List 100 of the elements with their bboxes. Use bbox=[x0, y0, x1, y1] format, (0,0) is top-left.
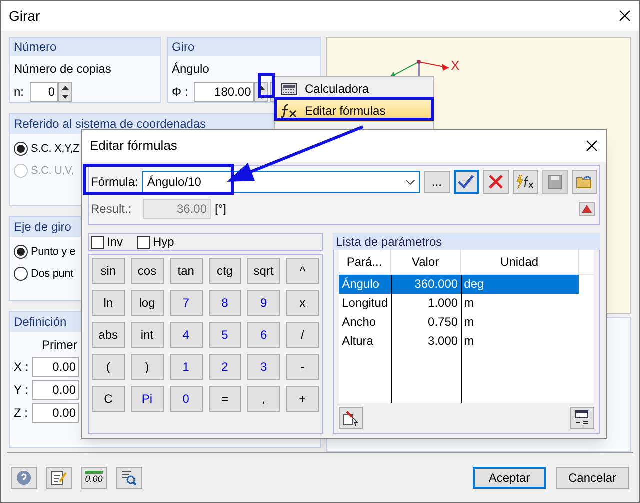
calculator-key[interactable]: / bbox=[286, 322, 320, 348]
cancel-button[interactable] bbox=[483, 170, 509, 194]
edit-button[interactable] bbox=[46, 466, 72, 488]
calculator-key[interactable]: 1 bbox=[170, 354, 203, 380]
calculator-key[interactable]: = bbox=[208, 386, 242, 412]
table-cell-text: 3.000 bbox=[427, 333, 460, 350]
field-label: X : bbox=[14, 359, 28, 376]
cross-icon bbox=[488, 175, 503, 189]
up-arrow-icon bbox=[62, 86, 69, 90]
calculator-key[interactable]: C bbox=[92, 386, 125, 412]
close-icon[interactable] bbox=[586, 140, 598, 152]
search-icon bbox=[121, 470, 137, 486]
folder-icon bbox=[576, 175, 592, 189]
coordinate-field[interactable]: 0.00 bbox=[32, 357, 79, 377]
radio-label: Punto y e bbox=[31, 244, 76, 260]
calculator-key[interactable]: 7 bbox=[170, 290, 203, 316]
calculator-key[interactable]: ctg bbox=[208, 258, 242, 284]
down-arrow-icon bbox=[62, 94, 69, 98]
column-header[interactable]: Valor bbox=[391, 250, 462, 274]
calculator-key[interactable]: ) bbox=[130, 354, 164, 380]
calculator-key[interactable]: 3 bbox=[247, 354, 280, 380]
table-cell-text: Altura bbox=[341, 333, 374, 350]
panel-title: Giro bbox=[172, 39, 195, 56]
calculator-key[interactable]: , bbox=[247, 386, 280, 412]
calculator-icon bbox=[281, 83, 297, 95]
field-label: Z : bbox=[14, 405, 28, 422]
open-button[interactable] bbox=[572, 170, 597, 194]
calculator-key[interactable]: 2 bbox=[208, 354, 242, 380]
calculator-key[interactable]: 9 bbox=[247, 290, 280, 316]
checkbox-label: Hyp bbox=[153, 234, 174, 251]
coordinate-field[interactable]: 0.00 bbox=[32, 403, 79, 423]
radio-button[interactable] bbox=[14, 142, 28, 156]
calculator-key[interactable]: tan bbox=[170, 258, 203, 284]
coordinate-field[interactable]: 0.00 bbox=[32, 380, 79, 400]
parameter-row[interactable]: Ángulo 360.000 deg bbox=[339, 275, 580, 294]
function-button[interactable] bbox=[512, 170, 538, 194]
calculator-key[interactable]: - bbox=[286, 354, 320, 380]
field-caption: Ángulo bbox=[172, 61, 210, 78]
field-caption: Número de copias bbox=[14, 61, 112, 78]
column-header[interactable]: Unidad bbox=[461, 250, 580, 274]
checkbox-label: Inv bbox=[107, 234, 124, 251]
field-label: Φ : bbox=[172, 84, 188, 101]
notepad-icon bbox=[51, 470, 67, 486]
calculator-key[interactable]: abs bbox=[92, 322, 125, 348]
parameter-row[interactable]: Ancho 0.750 m bbox=[339, 313, 580, 332]
table-cell-text: 0.750 bbox=[427, 314, 460, 331]
calculator-key[interactable]: ln bbox=[92, 290, 125, 316]
table-cell-text: Ancho bbox=[341, 314, 378, 331]
table-cell-text: 360.000 bbox=[414, 276, 460, 293]
count-field[interactable]: 0 bbox=[30, 82, 58, 102]
table-cell-text: Longitud bbox=[341, 295, 390, 312]
calculator-key[interactable]: Pi bbox=[130, 386, 164, 412]
dialog-title: Editar fórmulas bbox=[90, 137, 178, 156]
checkbox[interactable] bbox=[137, 236, 150, 248]
function-icon bbox=[280, 104, 298, 118]
search-button[interactable] bbox=[116, 466, 142, 488]
dialog-button[interactable]: Aceptar bbox=[473, 466, 546, 488]
help-button[interactable] bbox=[11, 466, 37, 488]
calculator-key[interactable]: log bbox=[130, 290, 164, 316]
calculator-key[interactable]: x bbox=[286, 290, 320, 316]
menu-item[interactable]: Calculadora bbox=[275, 78, 433, 100]
result-field: 36.00 bbox=[143, 199, 211, 219]
window-title: Girar bbox=[9, 6, 40, 26]
parameter-row[interactable]: Altura 3.000 m bbox=[339, 332, 580, 351]
angle-field[interactable]: 180.00 bbox=[194, 82, 254, 102]
calculator-key[interactable]: 6 bbox=[247, 322, 280, 348]
insert-parameter-button[interactable] bbox=[339, 407, 364, 429]
calculator-key[interactable]: sqrt bbox=[247, 258, 280, 284]
formula-field[interactable]: Ángulo/10 bbox=[142, 171, 420, 193]
radio-label: Dos punt bbox=[31, 266, 74, 282]
spin-button[interactable] bbox=[58, 82, 72, 102]
calculator-key[interactable]: int bbox=[130, 322, 164, 348]
field-label: Result.: bbox=[91, 201, 133, 218]
column-header[interactable]: Pará... bbox=[339, 250, 392, 274]
calculator-key[interactable]: ( bbox=[92, 354, 125, 380]
calculator-key[interactable]: cos bbox=[130, 258, 164, 284]
calculator-key[interactable]: 5 bbox=[208, 322, 242, 348]
radio-label: S.C. U,V, bbox=[31, 164, 74, 179]
browse-button[interactable]: ... bbox=[424, 171, 450, 193]
calculator-key[interactable]: + bbox=[286, 386, 320, 412]
window-equation-icon bbox=[574, 410, 590, 426]
collapse-button[interactable] bbox=[579, 202, 595, 216]
calculator-key[interactable]: 8 bbox=[208, 290, 242, 316]
parameter-editor-button[interactable] bbox=[570, 407, 594, 429]
checkmark-icon bbox=[458, 175, 474, 189]
close-icon[interactable] bbox=[619, 10, 631, 22]
radio-button[interactable] bbox=[14, 245, 28, 259]
radio-button[interactable] bbox=[14, 267, 28, 281]
help-icon bbox=[16, 470, 32, 486]
apply-button[interactable] bbox=[454, 170, 480, 194]
dialog-button[interactable]: Cancelar bbox=[556, 466, 629, 488]
calculator-key[interactable]: 4 bbox=[170, 322, 203, 348]
parameter-row[interactable]: Longitud 1.000 m bbox=[339, 294, 580, 313]
calculator-key[interactable]: ^ bbox=[286, 258, 320, 284]
calculator-key[interactable]: 0 bbox=[170, 386, 203, 412]
unit-label: [°] bbox=[215, 201, 226, 218]
table-cell-text: m bbox=[463, 295, 476, 312]
calculator-key[interactable]: sin bbox=[92, 258, 125, 284]
checkbox[interactable] bbox=[91, 236, 104, 248]
units-button[interactable]: 0.00 bbox=[81, 466, 107, 488]
